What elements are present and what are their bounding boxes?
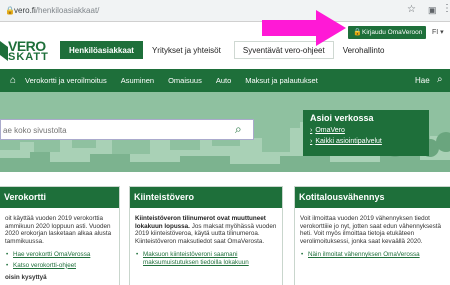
- chevron-right-icon: ›: [310, 138, 313, 145]
- card-kiinteistovero: Kiinteistövero Kiinteistöveron tilinumer…: [129, 186, 283, 285]
- card-link[interactable]: Katso verokortti-ohjeet: [5, 262, 114, 270]
- link-omavero-label: OmaVero: [315, 127, 345, 134]
- tab-henkiloasiakkaat[interactable]: Henkilöasiakkaat: [60, 41, 143, 59]
- lock-icon: 🔒: [353, 29, 362, 36]
- nav-item-auto[interactable]: Auto: [209, 69, 238, 92]
- home-icon[interactable]: ⌂: [10, 75, 16, 86]
- card-title[interactable]: Kotitalousvähennys: [295, 187, 450, 208]
- card-subheading: oisin kysyttyä: [5, 274, 47, 282]
- tab-yritykset[interactable]: Yritykset ja yhteisöt: [143, 41, 230, 59]
- site-search-box: ⌕: [0, 119, 254, 140]
- card-title[interactable]: Verokortti: [0, 187, 119, 208]
- card-link[interactable]: Näin ilmoitat vähennyksen OmaVerossa: [300, 251, 448, 259]
- card-verokortti: Verokortti oit käyttää vuoden 2019 verok…: [0, 186, 120, 285]
- browser-menu-icon[interactable]: ⋮: [442, 3, 450, 14]
- nav-item-omaisuus[interactable]: Omaisuus: [161, 69, 209, 92]
- url-host: vero.fi: [14, 6, 36, 15]
- card-title[interactable]: Kiinteistövero: [130, 187, 282, 208]
- language-label: FI: [432, 29, 439, 36]
- star-icon[interactable]: ☆: [407, 4, 416, 15]
- card-link[interactable]: Hae verokortti OmaVerossa: [5, 251, 114, 259]
- nav-item-verokortti[interactable]: Verokortti ja veroilmoitus: [18, 69, 114, 92]
- vero-logo[interactable]: VERO SKATT: [0, 38, 50, 68]
- search-icon[interactable]: ⌕: [235, 122, 242, 137]
- asioi-title: Asioi verkossa: [310, 113, 374, 123]
- main-nav: ⌂ Verokortti ja veroilmoitus Asuminen Om…: [0, 69, 450, 92]
- link-kaikki-label: Kaikki asiointipalvelut: [315, 138, 382, 145]
- nav-search-label[interactable]: Hae: [415, 69, 430, 92]
- nav-item-maksut[interactable]: Maksut ja palautukset: [238, 69, 325, 92]
- card-text: Voit ilmoittaa vuoden 2019 vähennyksen t…: [300, 215, 442, 246]
- url-path: /henkiloasiakkaat/: [35, 6, 100, 15]
- search-icon[interactable]: ⌕: [437, 74, 443, 85]
- address-bar[interactable]: vero.fi/henkiloasiakkaat/: [14, 6, 99, 15]
- login-label: Kirjaudu OmaVeroon: [362, 29, 423, 36]
- pointer-arrow-icon: [262, 10, 346, 46]
- card-kotitalousvahennys: Kotitalousvähennys Voit ilmoittaa vuoden…: [294, 186, 450, 285]
- link-kaikki-asiointipalvelut[interactable]: › Kaikki asiointipalvelut: [310, 138, 382, 145]
- card-link[interactable]: Maksuon kiinteistöveroni saamani maksumu…: [135, 251, 277, 266]
- site-search-input[interactable]: [1, 121, 221, 140]
- logo-mark-icon: [0, 41, 8, 61]
- language-selector[interactable]: FI ▾: [432, 28, 444, 36]
- link-omavero[interactable]: › OmaVero: [310, 127, 345, 134]
- chevron-right-icon: ›: [310, 127, 313, 134]
- nav-item-asuminen[interactable]: Asuminen: [114, 69, 161, 92]
- card-text: oit käyttää vuoden 2019 verokorttia ammi…: [5, 215, 112, 246]
- logo-text-skatt: SKATT: [8, 51, 49, 63]
- login-omavero-button[interactable]: 🔒 Kirjaudu OmaVeroon: [348, 26, 426, 39]
- asioi-verkossa-panel: Asioi verkossa › OmaVero › Kaikki asiointi…: [303, 110, 429, 156]
- extension-icon[interactable]: ▣: [428, 5, 437, 16]
- browser-toolbar: 🔒 vero.fi/henkiloasiakkaat/ ☆ ▣ ⋮: [0, 0, 450, 22]
